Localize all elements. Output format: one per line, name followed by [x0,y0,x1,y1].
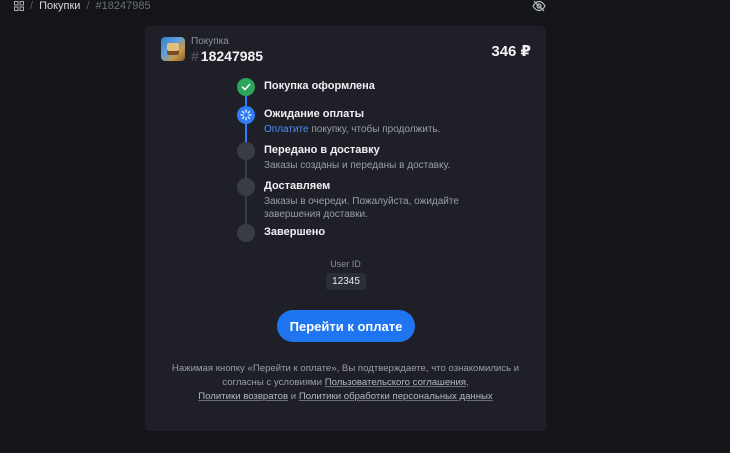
breadcrumb-purchases-link[interactable]: Покупки [39,0,80,12]
refund-policy-link[interactable]: Политики возвратов [198,391,288,402]
purchase-card: Покупка #18247985 346 ₽ Покупка оформлен… [145,26,546,431]
breadcrumb-current: #18247985 [95,0,151,12]
purchase-label: Покупка [191,36,229,47]
grid-icon[interactable] [14,1,24,11]
pending-dot-icon [237,142,255,160]
check-icon [237,78,255,96]
order-number-value: 18247985 [200,48,264,64]
order-price: 346 ₽ [491,43,531,60]
pending-dot-icon [237,178,255,196]
privacy-policy-link[interactable]: Политики обработки персональных данных [299,391,493,402]
eye-off-icon[interactable] [532,0,546,12]
legal-text: , [466,377,469,388]
step-description: Заказы в очереди. Пожалуйста, ожидайте з… [264,196,459,220]
step-description-text: покупку, чтобы продолжить. [308,124,441,135]
user-id-label: User ID [330,259,361,269]
step-description: Оплатите покупку, чтобы продолжить. [264,123,494,136]
spinner-icon [237,106,255,124]
pending-dot-icon [237,224,255,242]
user-id-value: 12345 [326,273,366,290]
breadcrumb-separator: / [30,0,34,12]
pay-inline-link[interactable]: Оплатите [264,124,309,135]
step-title: Покупка оформлена [264,80,375,92]
order-status-timeline: Покупка оформлена Ожидание оплаты Оплати… [236,78,526,248]
user-agreement-link[interactable]: Пользовательского соглашения [325,377,466,388]
breadcrumb: / Покупки / #18247985 [14,0,151,12]
step-title: Доставляем [264,180,331,192]
go-to-payment-button[interactable]: Перейти к оплате [277,310,415,342]
order-hash: # [191,48,199,64]
order-number: #18247985 [191,48,263,64]
step-description: Заказы созданы и переданы в доставку. [264,160,451,171]
top-bar: / Покупки / #18247985 [0,0,730,14]
legal-notice: Нажимая кнопку «Перейти к оплате», Вы по… [165,362,526,404]
step-title: Передано в доставку [264,144,380,156]
step-title: Завершено [264,226,326,238]
game-thumbnail [161,37,185,61]
legal-text: и [288,391,299,402]
purchase-header: Покупка #18247985 346 ₽ [161,36,531,66]
step-title: Ожидание оплаты [264,108,365,120]
breadcrumb-separator: / [86,0,90,12]
